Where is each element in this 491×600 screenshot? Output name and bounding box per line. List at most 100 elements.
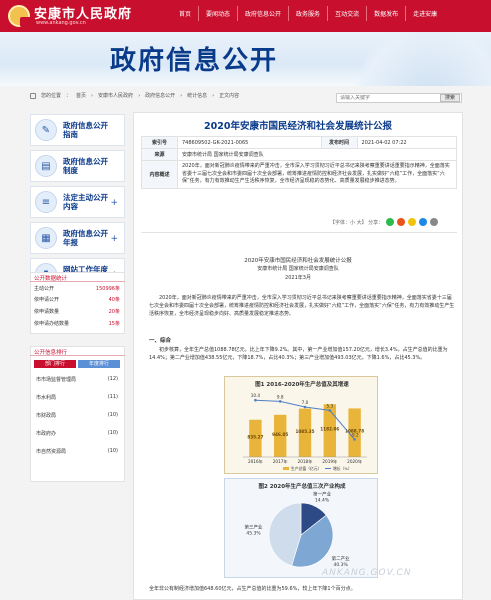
nav-home[interactable]: 首页 (172, 6, 198, 21)
growth-point (328, 409, 332, 412)
ranking-row[interactable]: 市财政局 (10) (36, 412, 118, 419)
guide-icon: ✎ (35, 119, 57, 141)
bar-value-label: 946.05 (272, 432, 288, 437)
nav-gov-info[interactable]: 政府信息公开 (237, 6, 288, 21)
x-tick-label: 2019年 (322, 458, 337, 465)
banner-decoration (341, 32, 491, 86)
tab-department[interactable]: 部门排行 (34, 360, 76, 368)
divider (141, 232, 457, 233)
chart-title: 图2 2020年生产总值三次产业构成 (258, 482, 346, 490)
search-input[interactable] (340, 95, 430, 101)
section-heading: 一、综合 (149, 338, 172, 344)
emblem-logo-icon[interactable] (8, 5, 34, 27)
nav-services[interactable]: 政务服务 (288, 6, 327, 21)
report-icon: ▦ (35, 227, 57, 249)
source-value: 安康市统计局 国家统计局安康调查队 (177, 148, 457, 161)
sidebar-item-guide[interactable]: ✎ 政府信息公开指南 (30, 114, 125, 146)
legend-swatch (283, 467, 289, 470)
growth-value-label: 7.0 (302, 400, 309, 405)
growth-value-label: -9.2 (351, 432, 360, 437)
source-label: 来源 (141, 148, 178, 161)
more-share-icon[interactable] (430, 218, 439, 226)
gdp-chart-svg: 图1 2016-2020年生产总值及其增速 835.27 2016年 946.05 20… (243, 380, 367, 471)
breadcrumb-item: 正文内容 (219, 93, 240, 99)
article-date: 2021年3月 (285, 275, 311, 281)
stats-row: 依申请数量 20条 (34, 309, 120, 315)
top-header: 安康市人民政府 www.ankang.gov.cn 首页 要闻动态 政府信息公开… (0, 0, 491, 32)
ranking-row[interactable]: 市水利局 (11) (36, 394, 118, 401)
banner-title: 政府信息公开 (110, 46, 279, 76)
sidebar: ✎ 政府信息公开指南 ▤ 政府信息公开制度 ≡ 法定主动公开内容 + ▦ 政府信… (30, 114, 125, 294)
growth-point (353, 438, 356, 441)
sidebar-item-label: 政府信息公开指南 (63, 121, 108, 139)
article-intro: 2020年，面对新冠肺炎疫情带来的严重冲击，全市深入学习贯彻习近平总书记来陕考察… (149, 295, 455, 317)
search-button[interactable]: 搜索 (440, 94, 460, 102)
ranking-tabs: 部门排行 年度排行 (34, 360, 120, 368)
sidebar-item-label: 法定主动公开内容 (63, 193, 108, 211)
breadcrumb-item[interactable]: 安康市人民政府 (98, 92, 133, 99)
stats-row: 主动公开 150996条 (34, 286, 120, 292)
slice-label: 第三产业 (245, 524, 263, 531)
date-value: 2021-04-02 07:22 (356, 136, 458, 149)
slice-label: 第一产业 (313, 490, 331, 497)
sidebar-item-policy[interactable]: ▤ 政府信息公开制度 (30, 150, 125, 182)
growth-point (303, 405, 307, 409)
chart-title: 图1 2016-2020年生产总值及其增速 (255, 380, 349, 388)
bar-value-label: 835.27 (247, 434, 263, 439)
x-tick-label: 2016年 (248, 458, 263, 465)
article-paragraph: 初步核算，全年生产总值1088.78亿元，比上年下降9.2%。其中，第一产业增加… (149, 347, 448, 361)
watermark: ANKANG.GOV.CN (322, 568, 412, 578)
x-tick-label: 2017年 (273, 458, 288, 465)
breadcrumb-item[interactable]: 统计信息 (187, 92, 207, 99)
sidebar-item-annual-report[interactable]: ▦ 政府信息公开年报 + (30, 222, 125, 254)
ranking-row[interactable]: 市市场监督管理局 (12) (36, 376, 118, 383)
growth-point (254, 398, 257, 402)
legend-label: 生产总值（亿元） (291, 466, 321, 471)
qzone-icon[interactable] (408, 218, 417, 226)
nav-news[interactable]: 要闻动态 (198, 6, 237, 21)
tab-annual[interactable]: 年度排行 (78, 360, 120, 368)
summary-label: 内容概述 (141, 160, 178, 189)
x-tick-label: 2018年 (298, 458, 313, 465)
ranking-title: 公开信息排行 (30, 346, 125, 356)
slice-value-label: 45.3% (246, 531, 261, 537)
qq-icon[interactable] (419, 218, 428, 226)
share-bar: 【字体：小 大】 分享： (330, 218, 439, 226)
slice-value-label: 40.3% (333, 562, 348, 568)
policy-icon: ▤ (35, 155, 57, 177)
stats-row: 依申请办结数量 15条 (34, 321, 120, 327)
bar-value-label: 1085.35 (295, 429, 314, 434)
nav-about[interactable]: 走进安康 (405, 6, 444, 21)
growth-value-label: 10.4 (251, 393, 261, 398)
legend-label: 增长（%） (333, 466, 352, 471)
nav-interaction[interactable]: 互动交流 (327, 6, 366, 21)
expand-plus-icon[interactable]: + (110, 234, 118, 244)
location-icon (30, 92, 36, 99)
main-nav: 首页 要闻动态 政府信息公开 政务服务 互动交流 数据发布 走进安康 (172, 6, 444, 21)
article-paragraph: 全年非公有制经济增加值648.60亿元，占生产总值的比重为59.6%，较上年下降… (149, 586, 356, 592)
nav-data[interactable]: 数据发布 (366, 6, 405, 21)
stats-title: 公开数据统计 (30, 272, 125, 282)
slice-value-label: 14.4% (315, 497, 330, 503)
ranking-row[interactable]: 市自然资源局 (10) (36, 448, 118, 455)
sidebar-item-content[interactable]: ≡ 法定主动公开内容 + (30, 186, 125, 218)
x-tick-label: 2020年 (347, 458, 362, 465)
growth-point (278, 400, 282, 403)
breadcrumb-item[interactable]: 首页 (76, 92, 86, 99)
ranking-row[interactable]: 市政府办 (10) (36, 430, 118, 437)
stats-row: 依申请公开 40条 (34, 297, 120, 303)
site-url: www.ankang.gov.cn (36, 20, 86, 26)
gdp-bar-chart: 图1 2016-2020年生产总值及其增速 835.27 2016年 946.05 20… (224, 376, 378, 474)
expand-plus-icon[interactable]: + (110, 198, 118, 208)
page-title: 2020年安康市国民经济和社会发展统计公报 (204, 121, 392, 132)
index-label: 索引号 (141, 136, 178, 149)
index-value: 748609502-GK-2021-0065 (177, 136, 322, 149)
font-size-share-label[interactable]: 【字体：小 大】 分享： (330, 219, 383, 226)
weibo-icon[interactable] (397, 218, 406, 226)
slice-label: 第二产业 (332, 555, 350, 562)
banner: 政府信息公开 (0, 32, 491, 86)
growth-value-label: 9.8 (277, 394, 284, 399)
wechat-icon[interactable] (386, 218, 395, 226)
bar-value-label: 1182.06 (320, 427, 339, 432)
breadcrumb-item[interactable]: 政府信息公开 (145, 92, 175, 99)
